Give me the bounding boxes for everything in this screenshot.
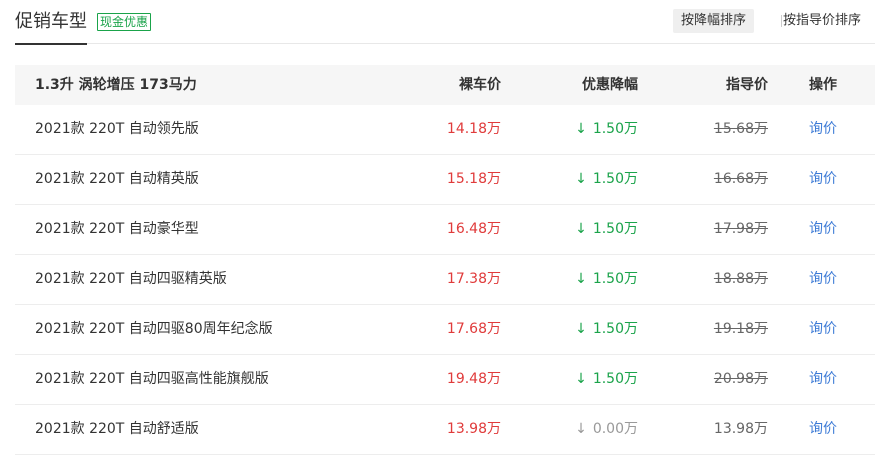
- arrow-down-icon: ↓: [575, 271, 587, 287]
- inquire-price-link[interactable]: 询价: [809, 255, 837, 303]
- guide-price: 19.18万: [713, 321, 768, 337]
- discount-amount: ↓ 1.50万: [575, 205, 638, 253]
- bare-price: 14.18万: [446, 121, 501, 137]
- bare-price: 17.68万: [446, 321, 501, 337]
- guide-price: 17.98万: [713, 221, 768, 237]
- arrow-down-icon: ↓: [575, 121, 587, 137]
- promo-table: 1.3升 涡轮增压 173马力 裸车价 优惠降幅 指导价 操作 2021款 22…: [15, 65, 875, 455]
- discount-amount: ↓ 0.00万: [575, 405, 638, 453]
- model-name: 2021款 220T 自动精英版: [35, 171, 199, 187]
- sort-by-guide-price-button[interactable]: 按指导价排序: [775, 9, 869, 33]
- arrow-down-icon: ↓: [575, 221, 587, 237]
- inquire-price-link[interactable]: 询价: [809, 305, 837, 353]
- arrow-down-icon: ↓: [575, 421, 587, 437]
- promo-header: 促销车型 现金优惠 按降幅排序 按指导价排序: [15, 0, 875, 45]
- discount-value: 1.50万: [592, 271, 638, 287]
- table-row: 2021款 220T 自动四驱80周年纪念版 17.68万 ↓ 1.50万 19.18万…: [15, 305, 875, 355]
- discount-amount: ↓ 1.50万: [575, 105, 638, 153]
- model-name: 2021款 220T 自动领先版: [35, 121, 199, 137]
- discount-amount: ↓ 1.50万: [575, 355, 638, 403]
- sort-by-discount-button[interactable]: 按降幅排序: [673, 9, 755, 33]
- table-row: 2021款 220T 自动舒适版 13.98万 ↓ 0.00万 13.98万 询价: [15, 405, 875, 455]
- discount-value: 1.50万: [592, 221, 638, 237]
- table-body: 2021款 220T 自动领先版 14.18万 ↓ 1.50万 15.68万 询价 2021…: [15, 105, 875, 455]
- guide-price: 18.88万: [713, 271, 768, 287]
- discount-amount: ↓ 1.50万: [575, 255, 638, 303]
- discount-value: 1.50万: [592, 371, 638, 387]
- table-row: 2021款 220T 自动四驱高性能旗舰版 19.48万 ↓ 1.50万 20.98万 询…: [15, 355, 875, 405]
- guide-price: 16.68万: [713, 171, 768, 187]
- action-header: 操作: [809, 77, 837, 93]
- model-name: 2021款 220T 自动四驱高性能旗舰版: [35, 371, 269, 387]
- page-title: 促销车型: [15, 10, 87, 45]
- cash-discount-badge: 现金优惠: [97, 13, 152, 31]
- table-header: 1.3升 涡轮增压 173马力 裸车价 优惠降幅 指导价 操作: [15, 65, 875, 105]
- discount-amount: ↓ 1.50万: [575, 155, 638, 203]
- arrow-down-icon: ↓: [575, 371, 587, 387]
- inquire-price-link[interactable]: 询价: [809, 155, 837, 203]
- table-row: 2021款 220T 自动精英版 15.18万 ↓ 1.50万 16.68万 询价: [15, 155, 875, 205]
- bare-price: 13.98万: [446, 421, 501, 437]
- arrow-down-icon: ↓: [575, 321, 587, 337]
- inquire-price-link[interactable]: 询价: [809, 105, 837, 153]
- model-name: 2021款 220T 自动四驱80周年纪念版: [35, 321, 273, 337]
- discount-value: 0.00万: [592, 421, 638, 437]
- guide-price: 20.98万: [713, 371, 768, 387]
- bare-price: 15.18万: [446, 171, 501, 187]
- model-name: 2021款 220T 自动豪华型: [35, 221, 199, 237]
- discount-value: 1.50万: [592, 171, 638, 187]
- discount-header: 优惠降幅: [582, 77, 638, 93]
- table-row: 2021款 220T 自动豪华型 16.48万 ↓ 1.50万 17.98万 询价: [15, 205, 875, 255]
- bare-price: 17.38万: [446, 271, 501, 287]
- discount-amount: ↓ 1.50万: [575, 305, 638, 353]
- inquire-price-link[interactable]: 询价: [809, 355, 837, 403]
- guide-price-header: 指导价: [726, 77, 768, 93]
- inquire-price-link[interactable]: 询价: [809, 205, 837, 253]
- bare-price-header: 裸车价: [459, 77, 501, 93]
- engine-spec-header: 1.3升 涡轮增压 173马力: [35, 77, 197, 93]
- arrow-down-icon: ↓: [575, 171, 587, 187]
- guide-price: 13.98万: [713, 421, 768, 437]
- bare-price: 19.48万: [446, 371, 501, 387]
- discount-value: 1.50万: [592, 121, 638, 137]
- discount-value: 1.50万: [592, 321, 638, 337]
- guide-price: 15.68万: [713, 121, 768, 137]
- model-name: 2021款 220T 自动舒适版: [35, 421, 199, 437]
- model-name: 2021款 220T 自动四驱精英版: [35, 271, 227, 287]
- table-row: 2021款 220T 自动四驱精英版 17.38万 ↓ 1.50万 18.88万 询价: [15, 255, 875, 305]
- inquire-price-link[interactable]: 询价: [809, 405, 837, 453]
- bare-price: 16.48万: [446, 221, 501, 237]
- table-row: 2021款 220T 自动领先版 14.18万 ↓ 1.50万 15.68万 询价: [15, 105, 875, 155]
